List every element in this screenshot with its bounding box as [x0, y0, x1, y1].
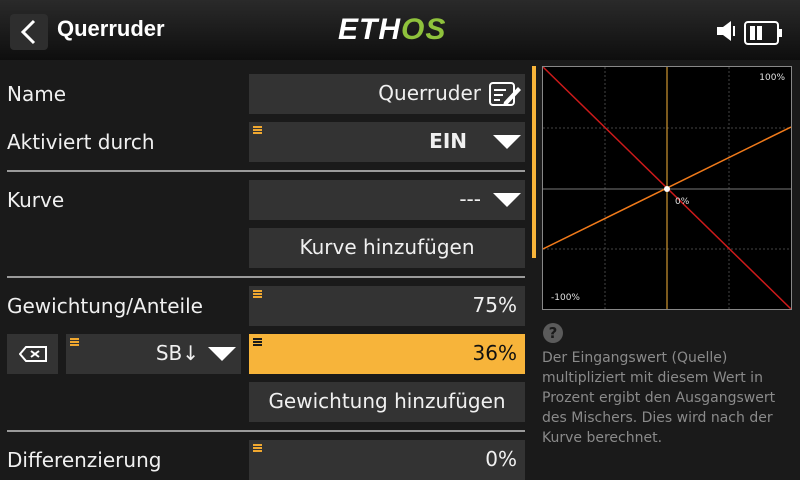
- activated-by-value: EIN: [429, 129, 467, 153]
- weight-field[interactable]: 75%: [249, 286, 525, 326]
- logo-prefix: ETH: [338, 13, 401, 46]
- differential-label: Differenzierung: [7, 448, 162, 472]
- add-curve-button[interactable]: Kurve hinzufügen: [249, 228, 525, 268]
- add-weight-button[interactable]: Gewichtung hinzufügen: [249, 382, 525, 422]
- section-divider: [7, 276, 525, 278]
- weight-label: Gewichtung/Anteile: [7, 294, 203, 318]
- activated-by-select[interactable]: EIN: [249, 122, 525, 162]
- weight-value: 75%: [472, 293, 517, 317]
- options-indicator-icon: [253, 338, 262, 346]
- page-title: Querruder: [57, 16, 165, 41]
- name-value: Querruder: [378, 81, 481, 105]
- battery-icon: [744, 21, 782, 45]
- curve-graph: 100% 0% -100%: [542, 66, 792, 310]
- add-weight-label: Gewichtung hinzufügen: [268, 389, 506, 413]
- current-point: [664, 186, 670, 192]
- name-field[interactable]: Querruder: [249, 74, 525, 114]
- graph-min-label: -100%: [551, 293, 580, 303]
- chevron-left-icon: [20, 19, 36, 45]
- ethos-logo: ETHOS: [338, 13, 446, 47]
- section-divider: [7, 170, 525, 172]
- edit-icon: [489, 82, 521, 106]
- curve-value: ---: [459, 187, 481, 211]
- graph-plot: [543, 67, 791, 309]
- header-bar: Querruder ETHOS: [0, 0, 800, 60]
- weight-source-select[interactable]: SB↓: [66, 334, 241, 374]
- add-curve-label: Kurve hinzufügen: [299, 235, 475, 259]
- help-icon: ?: [543, 323, 563, 343]
- dropdown-arrow-icon: [493, 135, 521, 149]
- speaker-icon[interactable]: [716, 20, 738, 42]
- weight-switch-field[interactable]: 36%: [249, 334, 525, 374]
- activated-by-label: Aktiviert durch: [7, 130, 155, 154]
- name-label: Name: [7, 82, 67, 106]
- dropdown-arrow-icon: [493, 193, 521, 207]
- back-button[interactable]: [10, 14, 48, 50]
- delete-icon: [19, 346, 47, 362]
- logo-suffix: OS: [401, 13, 447, 46]
- graph-center-label: 0%: [675, 197, 690, 207]
- graph-max-label: 100%: [759, 73, 785, 83]
- dropdown-arrow-icon: [208, 347, 236, 361]
- delete-button[interactable]: [7, 334, 58, 374]
- options-indicator-icon: [253, 290, 262, 298]
- weight-switch-value: 36%: [472, 341, 517, 365]
- differential-value: 0%: [485, 447, 517, 471]
- scrollbar[interactable]: [532, 66, 536, 258]
- section-divider: [7, 430, 525, 432]
- options-indicator-icon: [253, 444, 262, 452]
- curve-label: Kurve: [7, 188, 65, 212]
- weight-source-value: SB↓: [155, 341, 199, 365]
- differential-field[interactable]: 0%: [249, 440, 525, 480]
- curve-select[interactable]: ---: [249, 180, 525, 220]
- help-text: Der Eingangswert (Quelle) multipliziert …: [542, 350, 776, 446]
- options-indicator-icon: [70, 338, 79, 346]
- options-indicator-icon: [253, 126, 262, 134]
